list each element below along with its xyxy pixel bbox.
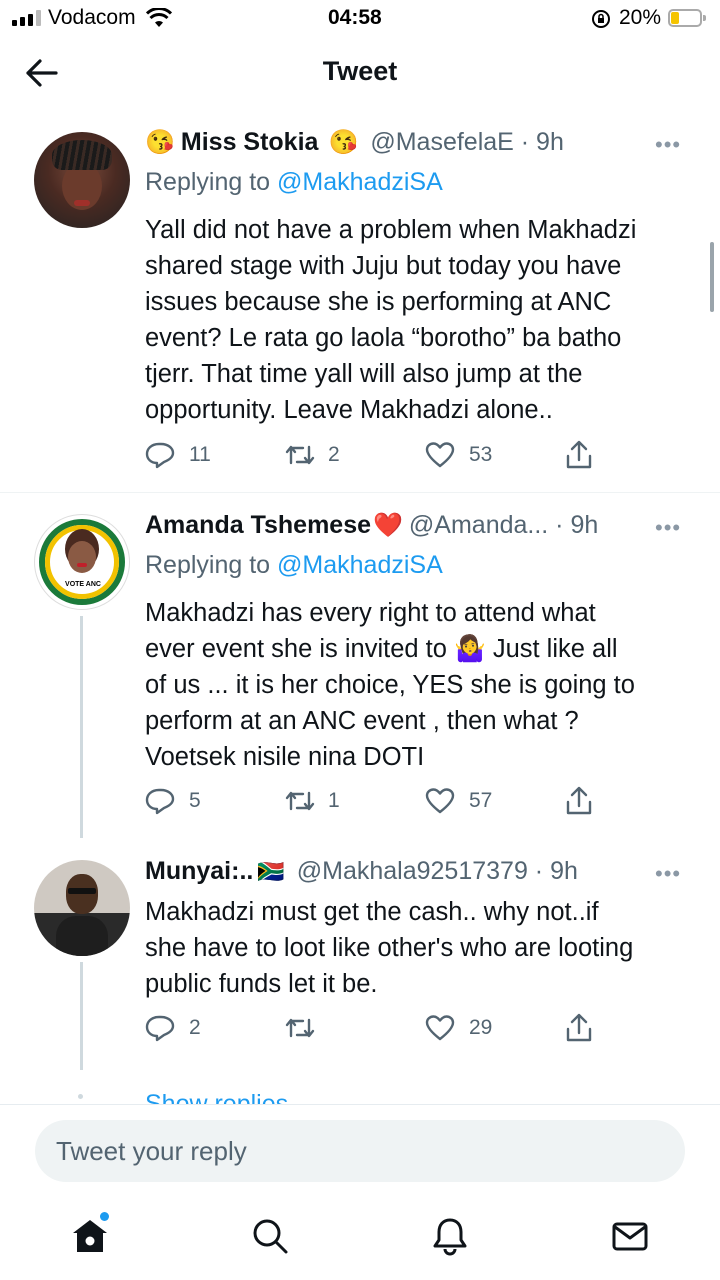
tweet-2-header: Amanda Tshemese ❤️ @Amanda... · 9h: [145, 511, 598, 540]
tab-search[interactable]: [240, 1206, 300, 1266]
like-button[interactable]: 57: [425, 787, 492, 815]
flag-emoji: 🇿🇦: [257, 858, 285, 884]
share-icon[interactable]: [565, 440, 593, 470]
body-line: issues because she is performing at ANC: [145, 288, 612, 316]
reply-placeholder: Tweet your reply: [56, 1136, 247, 1166]
body-line: event? Le rata go laola “borotho” ba bat…: [145, 324, 622, 352]
body-line: opportunity. Leave Makhadzi alone..: [145, 396, 553, 424]
display-name[interactable]: Miss Stokia: [181, 128, 319, 157]
body-line: Makhadzi has every right to attend what: [145, 599, 596, 627]
retweet-button[interactable]: [284, 1014, 328, 1042]
avatar-munyai[interactable]: [34, 860, 130, 956]
tab-messages[interactable]: [600, 1206, 660, 1266]
body-line: public funds let it be.: [145, 970, 378, 998]
avatar-amanda-tshemese[interactable]: VOTE ANC: [34, 514, 130, 610]
handle-and-time[interactable]: @Amanda... · 9h: [409, 511, 598, 540]
body-line: Yall did not have a problem when Makhadz…: [145, 216, 637, 244]
status-bar: Vodacom 04:58 20%: [0, 0, 720, 38]
retweet-count: 1: [328, 789, 340, 812]
battery-percent: 20%: [619, 6, 662, 29]
reply-count: 11: [189, 443, 211, 466]
retweet-icon: [285, 791, 315, 811]
like-count: 29: [469, 1016, 493, 1039]
heart-icon: [425, 788, 455, 814]
avatar-miss-stokia[interactable]: [34, 132, 130, 228]
retweet-icon: [285, 1018, 315, 1038]
tweet-3-header: Munyai:.. 🇿🇦 @Makhala92517379 · 9h: [145, 857, 578, 886]
tab-notifications[interactable]: [420, 1206, 480, 1266]
scrollbar[interactable]: [710, 242, 714, 312]
orientation-lock-icon: [592, 10, 610, 28]
retweet-count: 2: [328, 443, 340, 466]
more-options-icon[interactable]: •••: [655, 132, 681, 158]
like-count: 53: [469, 443, 493, 466]
tweet-1-body: Yall did not have a problem when Makhadz…: [145, 212, 705, 428]
heart-icon: [425, 1015, 455, 1041]
replying-to: Replying to @MakhadziSA: [145, 168, 443, 197]
body-line: of us ... it is her choice, YES she is g…: [145, 671, 635, 699]
body-line: she have to loot like other's who are lo…: [145, 934, 634, 962]
reply-count: 2: [189, 1016, 201, 1039]
retweet-button[interactable]: 2: [284, 441, 340, 469]
display-name[interactable]: Munyai:..: [145, 857, 253, 886]
handle-and-time[interactable]: @MasefelaE · 9h: [370, 128, 564, 157]
carrier-label: Vodacom: [48, 6, 136, 29]
like-button[interactable]: 29: [425, 1014, 492, 1042]
handle-and-time[interactable]: @Makhala92517379 · 9h: [297, 857, 578, 886]
share-icon[interactable]: [565, 1013, 593, 1043]
reply-button[interactable]: 11: [145, 441, 211, 469]
emoji: 😘: [328, 129, 359, 156]
more-options-icon[interactable]: •••: [655, 861, 681, 887]
reply-button[interactable]: 5: [145, 787, 201, 815]
thread-line: [80, 962, 83, 1070]
retweet-icon: [285, 445, 315, 465]
battery-icon: [668, 9, 706, 27]
replying-to: Replying to @MakhadziSA: [145, 551, 443, 580]
thread-dots: [78, 1094, 83, 1099]
page-title: Tweet: [322, 56, 398, 86]
body-line: Makhadzi must get the cash.. why not..if: [145, 898, 599, 926]
heart-icon: [425, 442, 455, 468]
search-icon: [253, 1219, 288, 1254]
reply-button[interactable]: 2: [145, 1014, 201, 1042]
wifi-icon: [146, 8, 172, 27]
show-replies-link[interactable]: Show replies: [145, 1090, 288, 1104]
like-button[interactable]: 53: [425, 441, 492, 469]
mention-link[interactable]: @MakhadziSA: [277, 551, 443, 579]
reply-icon: [145, 442, 175, 469]
reply-count: 5: [189, 789, 201, 812]
tweet-1-header: 😘 Miss Stokia 😘 @MasefelaE · 9h: [145, 128, 564, 157]
tab-home[interactable]: [60, 1206, 120, 1266]
body-line: shared stage with Juju but today you hav…: [145, 252, 622, 280]
more-options-icon[interactable]: •••: [655, 515, 681, 541]
divider: [0, 1104, 720, 1105]
like-count: 57: [469, 789, 493, 812]
reply-icon: [145, 1015, 175, 1042]
retweet-button[interactable]: 1: [284, 787, 340, 815]
divider: [0, 492, 720, 493]
mention-link[interactable]: @MakhadziSA: [277, 168, 443, 196]
tweet-3-body: Makhadzi must get the cash.. why not..if…: [145, 894, 705, 1002]
mail-icon: [612, 1222, 648, 1251]
display-name[interactable]: Amanda Tshemese: [145, 511, 371, 540]
heart-emoji: ❤️: [373, 512, 403, 539]
body-line: Voetsek nisile nina DOTI: [145, 743, 425, 771]
clock: 04:58: [328, 6, 382, 29]
emoji: 😘: [145, 129, 175, 156]
replying-prefix: Replying to: [145, 551, 271, 579]
reply-icon: [145, 788, 175, 815]
bell-icon: [433, 1218, 467, 1256]
thread-line: [80, 616, 83, 838]
notification-dot: [100, 1212, 109, 1221]
body-line: tjerr. That time yall will also jump at …: [145, 360, 583, 388]
replying-prefix: Replying to: [145, 168, 271, 196]
tweet-2-body: Makhadzi has every right to attend what …: [145, 595, 705, 775]
show-replies-clip: Show replies: [70, 1086, 630, 1104]
share-icon[interactable]: [565, 786, 593, 816]
body-line: perform at an ANC event , then what ?: [145, 707, 579, 735]
body-line: ever event she is invited to 🤷‍♀️ Just l…: [145, 635, 618, 663]
home-icon: [73, 1220, 107, 1252]
signal-icon: [12, 10, 44, 26]
